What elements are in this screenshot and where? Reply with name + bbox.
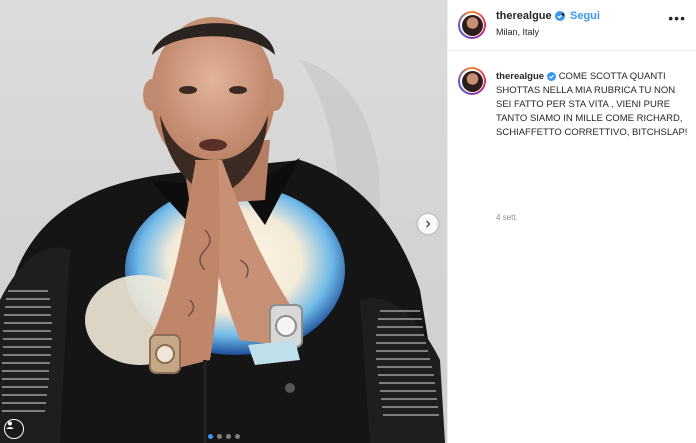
post-sidebar: therealgue • Segui Milan, Italy ••• ther… [447,0,696,443]
caption-avatar[interactable] [458,67,486,95]
carousel-dot-icon [207,434,213,439]
header-separator: • [561,9,565,21]
follow-button[interactable]: Segui [570,10,600,22]
next-photo-button[interactable] [418,214,438,234]
next-arrow-icon [426,220,431,228]
avatar-photo [461,14,483,36]
carousel-indicator [0,434,447,439]
more-options-icon[interactable]: ••• [668,11,686,25]
verified-badge-icon [547,72,557,81]
carousel-dot-icon [234,434,240,439]
caption-username[interactable]: therealgue [496,71,544,82]
avatar-photo [461,70,483,92]
author-username-text[interactable]: therealgue [496,10,552,22]
author-avatar[interactable] [458,11,486,39]
tagged-user-icon[interactable] [4,419,24,439]
person-icon [6,421,14,429]
carousel-dot-icon [216,434,222,439]
author-username[interactable]: therealgue [496,10,565,22]
photo-illustration [0,17,445,443]
post-location[interactable]: Milan, Italy [496,27,539,37]
post-header: therealgue • Segui Milan, Italy ••• [448,0,696,51]
carousel-dot-icon [225,434,231,439]
instagram-post: therealgue • Segui Milan, Italy ••• ther… [0,0,696,443]
post-timestamp[interactable]: 4 sett. [496,213,518,222]
caption-text: therealgue COME SCOTTA QUANTI SHOTTAS NE… [496,70,688,140]
post-photo[interactable] [0,0,447,443]
